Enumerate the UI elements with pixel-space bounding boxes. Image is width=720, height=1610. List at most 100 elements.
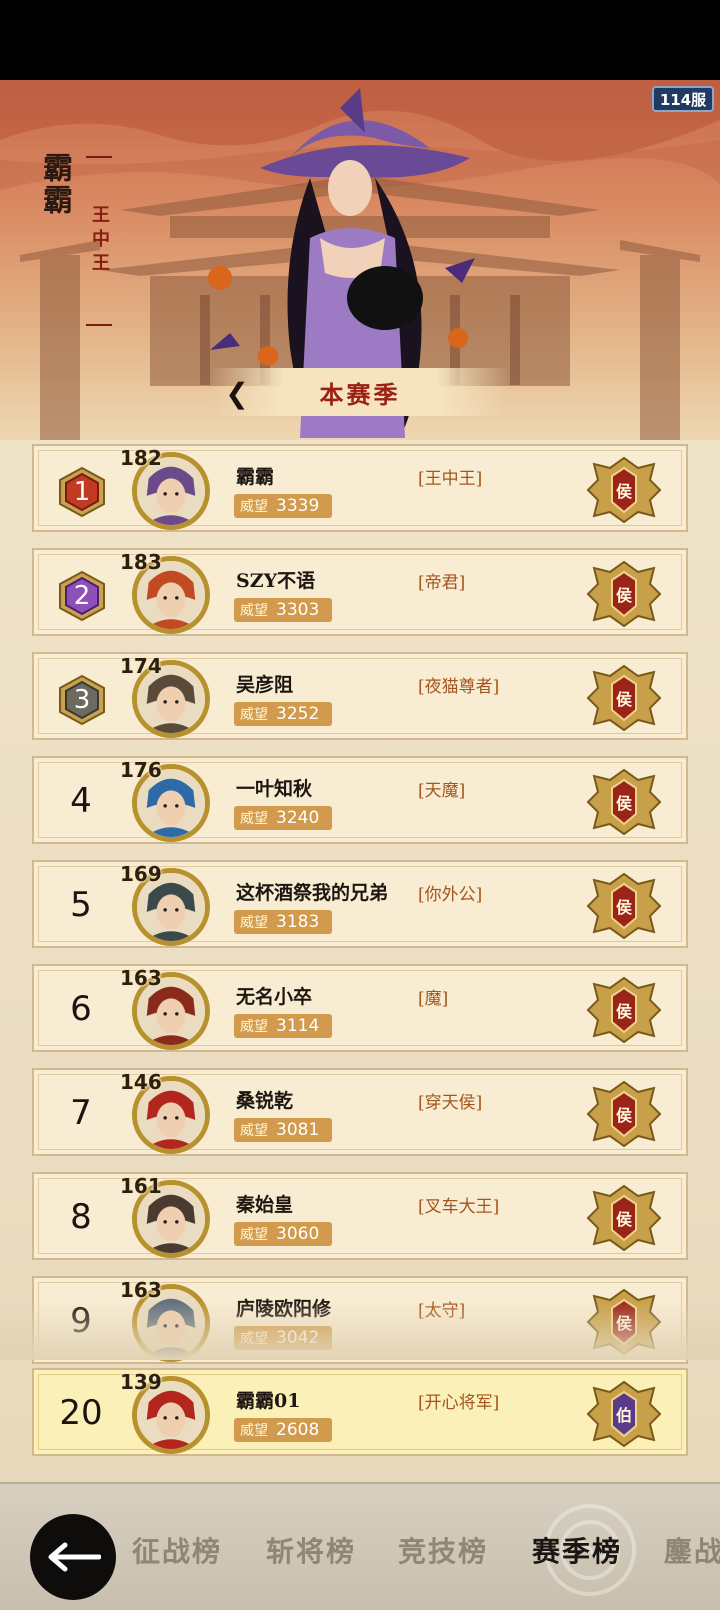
player-title: [开心将军]: [418, 1393, 500, 1413]
player-name: 秦始皇: [236, 1194, 294, 1216]
server-badge: 114服: [652, 86, 714, 112]
nobility-rank: 侯: [615, 1106, 632, 1125]
prestige-label: 威望: [240, 603, 268, 619]
player-name: 这杯酒祭我的兄弟: [236, 882, 389, 904]
rank-row[interactable]: 2 183 SZY不语威望 3303 [帝君] 侯: [32, 548, 688, 636]
tab-battle-rank[interactable]: 鏖战: [664, 1530, 720, 1570]
player-name: 无名小卒: [236, 986, 313, 1008]
nobility-emblem-icon: 侯: [584, 870, 664, 942]
player-title: [魔]: [418, 989, 449, 1009]
prestige-badge: 威望 3183: [234, 910, 332, 934]
prestige-badge: 威望 3240: [234, 806, 332, 830]
player-title: [你外公]: [418, 885, 483, 905]
prestige-value: 3114: [276, 1016, 320, 1036]
season-label: 本赛季: [319, 379, 401, 409]
player-level: 176: [120, 758, 162, 782]
nobility-emblem-icon: 侯: [584, 558, 664, 630]
prestige-label: 威望: [240, 1227, 268, 1243]
rank-medal-icon: 1: [56, 466, 108, 518]
nobility-rank: 侯: [615, 586, 632, 605]
nobility-emblem-icon: 侯: [584, 1182, 664, 1254]
player-title: [天魔]: [418, 781, 466, 801]
rank-row[interactable]: 1 182 霸霸 威望 3339 [王中王] 侯: [32, 444, 688, 532]
tab-campaign-rank[interactable]: 征战榜: [132, 1530, 222, 1570]
prestige-label: 威望: [240, 707, 268, 723]
rank-number: 7: [70, 1093, 92, 1133]
champion-title: 王中王: [86, 156, 112, 326]
prestige-value: 2608: [276, 1420, 320, 1440]
nobility-emblem-icon: 侯: [584, 662, 664, 734]
status-bar: [0, 0, 720, 80]
prestige-label: 威望: [240, 1423, 268, 1439]
player-name: 一叶知秋: [236, 778, 313, 800]
rank-number: 2: [73, 581, 91, 611]
player-name: 桑锐乾: [236, 1090, 294, 1112]
nobility-rank: 侯: [615, 794, 632, 813]
nobility-rank: 侯: [615, 482, 632, 501]
rank-row[interactable]: 5 169 这杯酒祭我的兄弟威望 3183 [你外公] 侯: [32, 860, 688, 948]
nobility-rank: 侯: [615, 690, 632, 709]
player-level: 163: [120, 1278, 162, 1302]
back-button[interactable]: [30, 1514, 116, 1600]
player-name: SZY不语: [236, 570, 316, 592]
leaderboard-list[interactable]: 1 182 霸霸 威望 3339 [王中王] 侯 2 183 SZY不语 威望 3303 [帝君] 侯 3 1…: [0, 440, 720, 1482]
avatar[interactable]: 161: [120, 1174, 226, 1260]
player-level: 169: [120, 862, 162, 886]
tab-kill-rank[interactable]: 斩将榜: [266, 1530, 356, 1570]
list-fade: [0, 1300, 720, 1360]
rank-number: 5: [70, 885, 92, 925]
avatar[interactable]: 163: [120, 966, 226, 1052]
player-name: 霸霸: [236, 466, 275, 488]
player-name: 吴彦阻: [236, 674, 294, 696]
player-level: 174: [120, 654, 162, 678]
nobility-emblem-icon: 伯: [584, 1378, 664, 1450]
prestige-value: 3081: [276, 1120, 320, 1140]
avatar[interactable]: 174: [120, 654, 226, 740]
avatar[interactable]: 182: [120, 446, 226, 532]
avatar[interactable]: 139: [120, 1370, 226, 1456]
nobility-rank: 侯: [615, 898, 632, 917]
avatar[interactable]: 169: [120, 862, 226, 948]
tab-arena-rank[interactable]: 竞技榜: [398, 1530, 488, 1570]
rank-number: 4: [70, 781, 92, 821]
season-selector[interactable]: 本赛季: [210, 368, 510, 416]
player-level: 139: [120, 1370, 162, 1394]
rank-row[interactable]: 7 146 桑锐乾 威望 3081 [穿天侯] 侯: [32, 1068, 688, 1156]
nobility-rank: 侯: [615, 1210, 632, 1229]
player-title: [夜猫尊者]: [418, 677, 500, 697]
player-level: 161: [120, 1174, 162, 1198]
nobility-emblem-icon: 侯: [584, 766, 664, 838]
prestige-badge: 威望 3252: [234, 702, 332, 726]
prestige-value: 3240: [276, 808, 320, 828]
prestige-value: 3183: [276, 912, 320, 932]
rank-row[interactable]: 3 174 吴彦阻威望 3252 [夜猫尊者] 侯: [32, 652, 688, 740]
prestige-label: 威望: [240, 915, 268, 931]
prestige-value: 3060: [276, 1224, 320, 1244]
prestige-badge: 威望 3339: [234, 494, 332, 518]
prestige-badge: 威望 3303: [234, 598, 332, 622]
avatar[interactable]: 146: [120, 1070, 226, 1156]
prestige-value: 3252: [276, 704, 320, 724]
bottom-navigation: 征战榜 斩将榜 竞技榜 赛季榜 鏖战: [0, 1482, 720, 1610]
avatar[interactable]: 176: [120, 758, 226, 844]
prestige-label: 威望: [240, 1019, 268, 1035]
prestige-label: 威望: [240, 1123, 268, 1139]
rank-row[interactable]: 6 163 无名小卒 威望 3114 [魔] 侯: [32, 964, 688, 1052]
tab-season-rank[interactable]: 赛季榜: [532, 1530, 622, 1570]
chevron-left-icon[interactable]: ❮: [222, 377, 252, 410]
player-title: [帝君]: [418, 573, 466, 593]
player-level: 182: [120, 446, 162, 470]
arrow-left-icon: [48, 1542, 101, 1572]
nobility-emblem-icon: 侯: [584, 974, 664, 1046]
rank-medal-icon: 3: [56, 674, 108, 726]
avatar[interactable]: 183: [120, 550, 226, 636]
self-rank-row[interactable]: 20 139 霸霸01 威望 2608 [开心将军] 伯: [32, 1368, 688, 1456]
prestige-badge: 威望 3081: [234, 1118, 332, 1142]
rank-medal-icon: 2: [56, 570, 108, 622]
rank-row[interactable]: 8 161 秦始皇 威望 3060 [叉车大王] 侯: [32, 1172, 688, 1260]
rank-number: 1: [73, 477, 91, 507]
rank-row[interactable]: 4 176 一叶知秋威望 3240 [天魔] 侯: [32, 756, 688, 844]
rank-number: 8: [70, 1197, 92, 1237]
prestige-value: 3303: [276, 600, 320, 620]
champion-name: 霸霸: [37, 152, 72, 216]
